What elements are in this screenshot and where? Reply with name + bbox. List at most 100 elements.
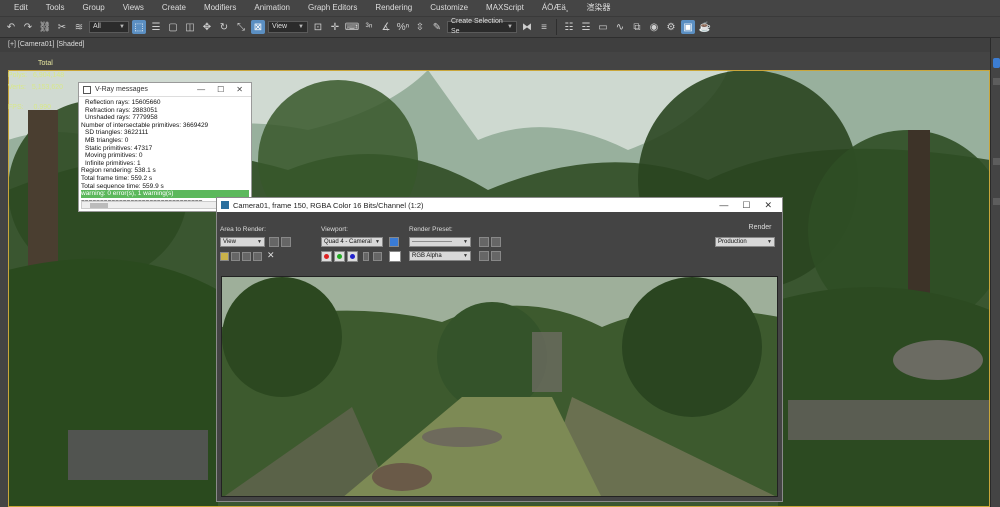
undo-icon[interactable]: ↶ xyxy=(4,20,18,34)
schematic-view-icon[interactable]: ⧉ xyxy=(630,20,644,34)
render-preset-dropdown[interactable]: -------------------- ▼ xyxy=(409,237,471,247)
render-mode-dropdown[interactable]: Production ▼ xyxy=(715,237,775,247)
blue-channel-toggle[interactable] xyxy=(347,251,358,262)
maximize-icon[interactable]: ☐ xyxy=(742,200,750,211)
rendered-frame-window-icon[interactable]: ▣ xyxy=(681,20,695,34)
save-image-icon[interactable] xyxy=(220,252,229,261)
log-line: Static primitives: 47317 xyxy=(85,144,153,152)
modify-tab-icon[interactable] xyxy=(993,78,1000,85)
environment-icon[interactable] xyxy=(491,237,501,247)
close-icon[interactable]: ✕ xyxy=(236,85,243,94)
print-image-icon[interactable] xyxy=(253,252,262,261)
selection-filter-value: All xyxy=(93,23,101,30)
clear-icon[interactable]: ✕ xyxy=(267,250,275,261)
clone-frame-icon[interactable] xyxy=(242,252,251,261)
bind-space-warp-icon[interactable]: ≋ xyxy=(72,20,86,34)
menu-bar: Edit Tools Group Views Create Modifiers … xyxy=(0,0,1000,16)
menu-views[interactable]: Views xyxy=(114,0,153,16)
red-channel-toggle[interactable] xyxy=(321,251,332,262)
alpha-toggle-icon[interactable] xyxy=(363,252,369,261)
select-object-icon[interactable]: ⬚ xyxy=(132,20,146,34)
render-button[interactable]: Render xyxy=(735,224,785,231)
redo-icon[interactable]: ↷ xyxy=(21,20,35,34)
scale-icon[interactable]: ⤡ xyxy=(234,20,248,34)
reference-coordinate-value: View xyxy=(272,23,288,30)
motion-tab-icon[interactable] xyxy=(993,198,1000,205)
align-icon[interactable]: ≡ xyxy=(537,20,551,34)
lock-viewport-icon[interactable] xyxy=(389,237,399,247)
selection-filter-dropdown[interactable]: All ▼ xyxy=(89,21,129,33)
toggle-scene-explorer-icon[interactable]: ☷ xyxy=(562,20,576,34)
menu-rendering[interactable]: Rendering xyxy=(366,0,421,16)
render-setup-icon[interactable] xyxy=(479,237,489,247)
rotate-icon[interactable]: ↻ xyxy=(217,20,231,34)
close-icon[interactable]: ✕ xyxy=(764,200,772,211)
snaps-toggle-icon[interactable]: ³ⁿ xyxy=(362,20,376,34)
log-line: Number of intersectable primitives: 3669… xyxy=(81,121,209,129)
rectangular-selection-icon[interactable]: ▢ xyxy=(166,20,180,34)
chevron-down-icon: ▼ xyxy=(463,239,468,245)
keyboard-shortcut-icon[interactable]: ⌨ xyxy=(345,20,359,34)
menu-modifiers[interactable]: Modifiers xyxy=(195,0,245,16)
menu-extra-1[interactable]: ÁÖÆä¸ xyxy=(533,0,578,16)
mirror-icon[interactable]: ⧓ xyxy=(520,20,534,34)
green-channel-toggle[interactable] xyxy=(334,251,345,262)
maximize-icon[interactable]: ☐ xyxy=(217,85,224,94)
menu-edit[interactable]: Edit xyxy=(0,0,37,16)
menu-extra-2[interactable]: 渲染器 xyxy=(578,0,620,16)
move-icon[interactable]: ✥ xyxy=(200,20,214,34)
unlink-icon[interactable]: ✂ xyxy=(55,20,69,34)
display-overlay-icon[interactable] xyxy=(491,251,501,261)
chevron-down-icon: ▼ xyxy=(463,253,468,259)
minimize-icon[interactable]: — xyxy=(719,200,728,211)
material-editor-icon[interactable]: ◉ xyxy=(647,20,661,34)
spinner-snap-icon[interactable]: ⇳ xyxy=(413,20,427,34)
curve-editor-icon[interactable]: ∿ xyxy=(613,20,627,34)
menu-create[interactable]: Create xyxy=(153,0,195,16)
edit-named-selection-icon[interactable]: ✎ xyxy=(430,20,444,34)
channel-value: RGB Alpha xyxy=(412,253,442,259)
create-tab-icon[interactable] xyxy=(993,58,1000,68)
channel-dropdown[interactable]: RGB Alpha ▼ xyxy=(409,251,471,261)
ribbon-icon[interactable]: ▭ xyxy=(596,20,610,34)
auto-region-icon[interactable] xyxy=(281,237,291,247)
stats-fps-label: FPS: xyxy=(8,104,24,111)
vray-title-bar[interactable]: V-Ray messages — ☐ ✕ xyxy=(79,83,251,97)
scrollbar-thumb[interactable] xyxy=(90,203,108,208)
named-selection-value: Create Selection Se xyxy=(451,18,503,35)
layer-explorer-icon[interactable]: ☲ xyxy=(579,20,593,34)
monochrome-icon[interactable] xyxy=(373,252,382,261)
select-by-name-icon[interactable]: ☰ xyxy=(149,20,163,34)
rendered-image[interactable] xyxy=(221,276,778,497)
place-icon[interactable]: ⊠ xyxy=(251,20,265,34)
area-to-render-dropdown[interactable]: View ▼ xyxy=(220,237,265,247)
copy-image-icon[interactable] xyxy=(231,252,240,261)
angle-snap-icon[interactable]: ∡ xyxy=(379,20,393,34)
render-setup-icon[interactable]: ⚙ xyxy=(664,20,678,34)
menu-group[interactable]: Group xyxy=(73,0,113,16)
window-crossing-icon[interactable]: ◫ xyxy=(183,20,197,34)
reference-coordinate-dropdown[interactable]: View ▼ xyxy=(268,21,308,33)
toggle-ui-icon[interactable] xyxy=(479,251,489,261)
render-production-icon[interactable]: ☕ xyxy=(698,20,712,34)
viewport-label[interactable]: [+] [Camera01] [Shaded] xyxy=(0,38,990,52)
viewport-dropdown[interactable]: Quad 4 - Cameral ▼ xyxy=(321,237,383,247)
minimize-icon[interactable]: — xyxy=(197,85,205,94)
menu-tools[interactable]: Tools xyxy=(37,0,74,16)
percent-snap-icon[interactable]: %ⁿ xyxy=(396,20,410,34)
main-toolbar: ↶ ↷ ⛓ ✂ ≋ All ▼ ⬚ ☰ ▢ ◫ ✥ ↻ ⤡ ⊠ View ▼ ⊡ ✛… xyxy=(0,16,1000,38)
edit-region-icon[interactable] xyxy=(269,237,279,247)
menu-animation[interactable]: Animation xyxy=(245,0,299,16)
pivot-center-icon[interactable]: ⊡ xyxy=(311,20,325,34)
hierarchy-tab-icon[interactable] xyxy=(993,158,1000,165)
link-icon[interactable]: ⛓ xyxy=(38,20,52,34)
menu-maxscript[interactable]: MAXScript xyxy=(477,0,533,16)
named-selection-dropdown[interactable]: Create Selection Se ▼ xyxy=(447,18,517,35)
swatch-icon[interactable] xyxy=(389,251,401,262)
viewport-statistics: Total Polys: 6,904,148 Verts: 5,153,620 … xyxy=(8,58,64,114)
select-manipulate-icon[interactable]: ✛ xyxy=(328,20,342,34)
frame-buffer-title-bar[interactable]: Camera01, frame 150, RGBA Color 16 Bits/… xyxy=(217,198,782,212)
menu-customize[interactable]: Customize xyxy=(421,0,477,16)
chevron-down-icon: ▼ xyxy=(767,239,772,245)
menu-graph-editors[interactable]: Graph Editors xyxy=(299,0,366,16)
